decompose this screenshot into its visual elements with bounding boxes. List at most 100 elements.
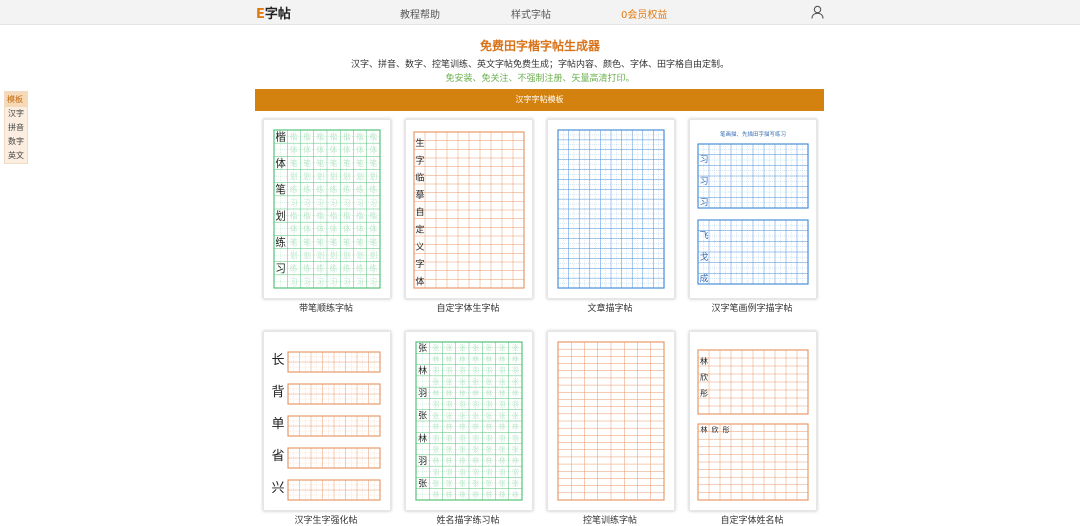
trace-char: 林	[459, 354, 466, 363]
template-card[interactable]: 生字临摹自定义字体	[405, 119, 533, 299]
template-caption[interactable]: 汉字生字强化帖	[256, 513, 396, 526]
trace-char: 体	[369, 145, 377, 155]
side-menu-item-number[interactable]: 数字	[5, 135, 27, 149]
sample-char: 彤	[700, 389, 708, 398]
trace-char: 习	[356, 198, 364, 207]
trace-char: 笔	[290, 237, 298, 247]
template-card[interactable]: 笔画描、先描田字描写练习习习习飞戈成	[689, 119, 817, 299]
trace-char: 羽	[446, 434, 453, 442]
sample-char: 楷	[275, 131, 286, 144]
template-card[interactable]: 张张张张张张张林林林林林林林羽羽羽羽羽羽羽张张张张张张张林林林林林林林羽羽羽羽羽…	[405, 331, 533, 511]
trace-char: 张	[485, 343, 492, 352]
trace-char: 楷	[316, 131, 324, 141]
trace-char: 楷	[330, 210, 338, 220]
sample-char: 林	[700, 356, 708, 366]
template-caption[interactable]: 自定字体生字帖	[398, 301, 538, 314]
side-menu: 模板 汉字 拼音 数字 英文	[4, 91, 28, 164]
template-card[interactable]	[547, 119, 675, 299]
sample-char: 欣	[712, 425, 719, 434]
sample-char: 长	[271, 353, 284, 368]
template-caption[interactable]: 自定字体姓名帖	[682, 513, 822, 526]
template-card[interactable]	[547, 331, 675, 511]
sample-char: 习	[275, 263, 286, 275]
trace-char: 划	[369, 171, 377, 181]
trace-char: 笔	[330, 158, 338, 168]
trace-char: 林	[512, 388, 519, 397]
trace-char: 林	[472, 422, 479, 431]
trace-char: 羽	[432, 367, 439, 375]
trace-char: 羽	[459, 468, 466, 476]
sample-char: 张	[418, 411, 427, 422]
trace-char: 习	[303, 198, 311, 207]
trace-char: 羽	[499, 367, 506, 375]
nav-tutorial-link[interactable]: 教程帮助	[400, 6, 440, 21]
trace-char: 林	[432, 388, 439, 397]
user-icon[interactable]	[811, 5, 824, 19]
trace-char: 练	[369, 184, 377, 194]
trace-char: 划	[369, 250, 377, 260]
template-caption[interactable]: 汉字笔画例字描字帖	[682, 301, 822, 314]
trace-char: 羽	[472, 434, 479, 442]
trace-char: 楷	[316, 210, 324, 220]
template-caption[interactable]: 文章描字帖	[540, 301, 680, 314]
trace-char: 楷	[343, 131, 351, 141]
sample-char: 欣	[700, 372, 708, 382]
side-menu-item-english[interactable]: 英文	[5, 149, 27, 163]
trace-char: 羽	[459, 367, 466, 375]
trace-char: 练	[330, 263, 338, 273]
template-card[interactable]: 长背单省兴	[263, 331, 391, 511]
trace-char: 张	[499, 411, 506, 420]
trace-char: 林	[459, 490, 466, 499]
sample-char: 自	[415, 206, 424, 218]
trace-char: 体	[356, 145, 364, 155]
trace-char: 羽	[472, 468, 479, 476]
template-caption[interactable]: 带笔顺练字帖	[256, 301, 396, 314]
side-menu-item-hanzi[interactable]: 汉字	[5, 107, 27, 121]
trace-char: 练	[356, 263, 364, 273]
template-caption[interactable]: 控笔训练字帖	[540, 513, 680, 526]
sample-char: 体	[275, 158, 286, 170]
trace-char: 羽	[499, 401, 506, 409]
nav-vip-label: 会员权益	[627, 10, 668, 21]
trace-char: 体	[330, 145, 338, 155]
trace-char: 笔	[290, 158, 298, 168]
trace-char: 林	[446, 354, 453, 363]
trace-char: 划	[330, 250, 338, 260]
trace-char: 体	[290, 145, 298, 155]
trace-char: 划	[303, 171, 311, 181]
trace-char: 林	[472, 354, 479, 363]
trace-char: 张	[472, 411, 479, 420]
trace-char: 林	[446, 456, 453, 465]
trace-char: 练	[290, 184, 298, 194]
side-menu-item-pinyin[interactable]: 拼音	[5, 121, 27, 135]
trace-char: 划	[290, 171, 298, 181]
trace-char: 林	[499, 388, 506, 397]
trace-char: 张	[512, 343, 519, 352]
trace-char: 张	[472, 445, 479, 454]
template-preview: 长背单省兴	[271, 351, 381, 501]
trace-char: 习	[330, 198, 338, 207]
sample-char: 背	[271, 385, 284, 400]
trace-char: 林	[472, 456, 479, 465]
trace-char: 羽	[485, 468, 492, 476]
trace-char: 林	[459, 422, 466, 431]
trace-char: 张	[512, 479, 519, 488]
nav-templates-link[interactable]: 样式字帖	[511, 6, 551, 21]
trace-char: 羽	[485, 401, 492, 409]
trace-char: 体	[343, 224, 351, 234]
trace-char: 楷	[290, 131, 298, 141]
template-card[interactable]: 楷楷楷楷楷楷楷体体体体体体体笔笔笔笔笔笔笔划划划划划划划练练练练练练练习习习习习…	[263, 119, 391, 299]
sample-char: 羽	[418, 388, 427, 399]
trace-char: 林	[472, 490, 479, 499]
sample-char: 摹	[415, 189, 424, 201]
section-banner: 汉字字帖模板	[255, 89, 824, 111]
trace-char: 楷	[303, 131, 311, 141]
nav-vip-link[interactable]: 0会员权益	[621, 6, 667, 21]
trace-char: 张	[446, 445, 453, 454]
sample-char: 字	[415, 258, 424, 270]
template-card[interactable]: 林欣彤林欣彤	[689, 331, 817, 511]
template-caption[interactable]: 姓名描字练习帖	[398, 513, 538, 526]
site-logo[interactable]: E字帖	[256, 3, 291, 22]
trace-char: 羽	[485, 367, 492, 375]
template-preview: 张张张张张张张林林林林林林林羽羽羽羽羽羽羽张张张张张张张林林林林林林林羽羽羽羽羽…	[415, 341, 523, 501]
